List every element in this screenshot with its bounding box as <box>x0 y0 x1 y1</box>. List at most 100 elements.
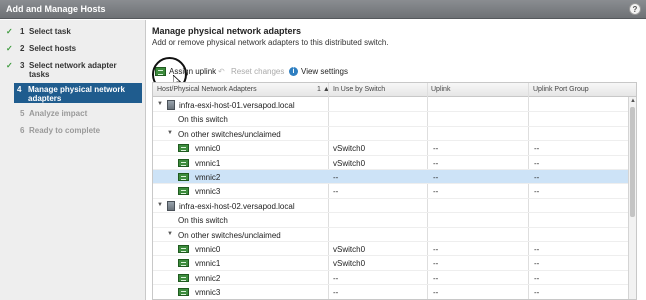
scroll-up-icon[interactable]: ▲ <box>630 98 636 104</box>
adapter-name: vmnic2 <box>195 273 221 283</box>
expand-toggle-icon[interactable]: ▼ <box>157 101 163 107</box>
uplink-port-group-value: -- <box>534 288 540 298</box>
info-icon: i <box>289 67 298 76</box>
in-use-by-switch: -- <box>333 173 339 182</box>
adapter-row[interactable]: vmnic2 -- -- -- <box>153 170 629 185</box>
in-use-by-switch: -- <box>333 273 339 283</box>
adapter-name: infra-esxi-host-01.versapod.local <box>179 101 295 110</box>
network-adapter-icon <box>178 187 189 196</box>
adapter-name: vmnic3 <box>195 187 221 197</box>
network-adapter-icon <box>178 273 189 282</box>
server-icon <box>167 200 175 211</box>
dialog-title: Add and Manage Hosts <box>6 4 106 14</box>
adapters-grid: Host/Physical Network Adapters 1 ▲ In Us… <box>152 82 637 300</box>
wizard-steps: ✓ 1 Select task ✓ 2 Select hosts ✓ 3 Select netw… <box>0 20 146 300</box>
adapter-name: vmnic1 <box>195 259 221 269</box>
group-row[interactable]: ▼ On other switches/unclaimed <box>153 127 629 142</box>
group-row[interactable]: ▼ On other switches/unclaimed <box>153 228 629 242</box>
page-subtitle: Add or remove physical network adapters … <box>152 38 389 47</box>
column-header-uplink-port-group[interactable]: Uplink Port Group <box>533 86 589 93</box>
step-label: Analyze impact <box>29 109 88 118</box>
uplink-port-group-value: -- <box>534 273 540 283</box>
in-use-by-switch: vSwitch0 <box>333 245 366 254</box>
check-icon: ✓ <box>6 44 13 53</box>
toolbar: Assign uplink ↶ Reset changes i View set… <box>152 65 642 79</box>
uplink-port-group-value: -- <box>534 245 540 254</box>
vertical-scrollbar[interactable]: ▲ <box>628 97 636 299</box>
view-settings-label: View settings <box>301 67 348 76</box>
uplink-port-group-value: -- <box>534 144 540 154</box>
step-label: Select hosts <box>29 44 77 53</box>
check-icon: ✓ <box>6 27 13 36</box>
step-number: 4 <box>17 85 22 94</box>
in-use-by-switch: vSwitch0 <box>333 144 366 154</box>
uplink-value: -- <box>433 288 439 298</box>
uplink-port-group-value: -- <box>534 187 540 197</box>
adapter-row[interactable]: vmnic2 -- -- -- <box>153 271 629 286</box>
column-header-uplink[interactable]: Uplink <box>431 86 450 93</box>
adapter-row[interactable]: vmnic3 -- -- -- <box>153 285 629 299</box>
adapter-name: vmnic1 <box>195 158 221 168</box>
in-use-by-switch: vSwitch0 <box>333 259 366 269</box>
adapter-row[interactable]: vmnic1 vSwitch0 -- -- <box>153 156 629 170</box>
host-row[interactable]: ▼ infra-esxi-host-02.versapod.local <box>153 199 629 214</box>
network-adapter-icon <box>178 245 189 253</box>
adapter-name: vmnic0 <box>195 245 221 254</box>
expand-toggle-icon[interactable]: ▼ <box>167 231 173 237</box>
uplink-value: -- <box>433 273 439 283</box>
uplink-value: -- <box>433 259 439 269</box>
adapter-row[interactable]: vmnic1 vSwitch0 -- -- <box>153 256 629 271</box>
adapter-row[interactable]: vmnic3 -- -- -- <box>153 184 629 199</box>
adapter-name: vmnic0 <box>195 144 221 154</box>
adapter-name: infra-esxi-host-02.versapod.local <box>179 201 295 211</box>
view-settings-button[interactable]: i View settings <box>289 67 348 76</box>
adapter-name: On other switches/unclaimed <box>178 129 281 139</box>
network-adapter-icon <box>178 173 189 181</box>
step-label: Select task <box>29 27 71 36</box>
adapter-name: On this switch <box>178 115 228 125</box>
uplink-value: -- <box>433 173 439 182</box>
adapter-row[interactable]: vmnic0 vSwitch0 -- -- <box>153 141 629 156</box>
main-panel: Manage physical network adapters Add or … <box>147 20 646 300</box>
adapter-name: On this switch <box>178 216 228 226</box>
in-use-by-switch: -- <box>333 288 339 298</box>
uplink-port-group-value: -- <box>534 158 540 168</box>
expand-toggle-icon[interactable]: ▼ <box>167 130 173 136</box>
adapter-name: vmnic3 <box>195 288 221 298</box>
help-icon[interactable]: ? <box>629 3 641 15</box>
uplink-port-group-value: -- <box>534 259 540 269</box>
dialog-titlebar: Add and Manage Hosts ? <box>0 0 646 19</box>
uplink-value: -- <box>433 158 439 168</box>
network-adapter-icon <box>178 288 189 297</box>
step-label: Ready to complete <box>29 126 101 135</box>
adapter-name: On other switches/unclaimed <box>178 230 281 240</box>
group-row[interactable]: On this switch <box>153 112 629 127</box>
step-number: 2 <box>20 44 25 53</box>
uplink-value: -- <box>433 187 439 197</box>
step-number: 3 <box>20 61 25 70</box>
step-number: 6 <box>20 126 25 135</box>
reset-changes-button[interactable]: ↶ Reset changes <box>218 67 284 76</box>
server-icon <box>167 100 175 110</box>
uplink-port-group-value: -- <box>534 173 540 182</box>
column-header-in-use[interactable]: In Use by Switch <box>333 86 385 93</box>
column-header-adapters[interactable]: Host/Physical Network Adapters <box>157 86 257 93</box>
scrollbar-thumb[interactable] <box>630 107 635 217</box>
in-use-by-switch: -- <box>333 187 339 197</box>
uplink-value: -- <box>433 245 439 254</box>
adapter-row[interactable]: vmnic0 vSwitch0 -- -- <box>153 242 629 257</box>
step-number: 5 <box>20 109 25 118</box>
group-row[interactable]: On this switch <box>153 213 629 228</box>
network-adapter-icon <box>178 144 189 153</box>
reset-changes-label: Reset changes <box>231 67 285 76</box>
host-row[interactable]: ▼ infra-esxi-host-01.versapod.local <box>153 98 629 113</box>
step-label: Manage physical network adapters <box>28 85 125 103</box>
grid-header: Host/Physical Network Adapters 1 ▲ In Us… <box>153 83 636 97</box>
network-adapter-icon <box>178 259 189 268</box>
adapter-name: vmnic2 <box>195 173 221 182</box>
expand-toggle-icon[interactable]: ▼ <box>157 202 163 208</box>
step-label: Select network adapter tasks <box>29 61 117 79</box>
check-icon: ✓ <box>6 61 13 70</box>
wizard-step-4[interactable]: 4 Manage physical network adapters <box>14 83 142 103</box>
network-adapter-icon <box>178 158 189 167</box>
